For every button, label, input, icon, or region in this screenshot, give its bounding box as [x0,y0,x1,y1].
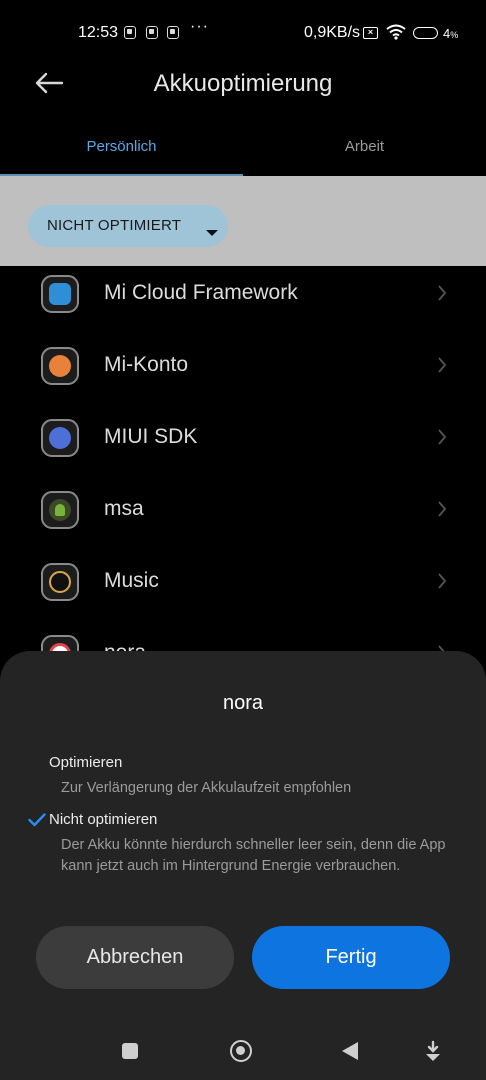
recent-apps-icon[interactable] [122,1043,138,1059]
chevron-right-icon [438,573,447,589]
status-bar: 12:53 ··· 0,9KB/s × 4% [0,0,486,68]
list-item[interactable]: MIUI SDK [0,411,486,483]
chevron-right-icon [438,501,447,517]
bottom-sheet: nora Optimieren Zur Verlängerung der Akk… [0,651,486,1080]
mi-account-icon [41,347,79,385]
music-disc-icon [41,563,79,601]
mi-cloud-icon [41,275,79,313]
tab-bar: Persönlich Arbeit [0,128,486,177]
list-item[interactable]: Music [0,555,486,627]
caret-down-icon [206,230,218,236]
done-button[interactable]: Fertig [252,926,450,989]
battery-icon [413,27,438,39]
home-icon[interactable] [230,1040,252,1062]
cancel-button[interactable]: Abbrechen [36,926,234,989]
option-optimieren[interactable]: Optimieren Zur Verlängerung der Akkulauf… [28,754,458,804]
battery-level: 4% [443,26,459,41]
list-item[interactable]: msa [0,483,486,555]
tab-arbeit[interactable]: Arbeit [243,128,486,174]
app-name: Mi Cloud Framework [104,281,298,304]
app-name: msa [104,497,144,520]
option-nicht-optimieren[interactable]: Nicht optimieren Der Akku könnte hierdur… [28,811,458,901]
notification-icon [167,26,179,39]
android-icon [41,491,79,529]
filter-dropdown[interactable]: NICHT OPTIMIERT [28,205,228,247]
wifi-icon [386,24,406,40]
option-description: Der Akku könnte hierdurch schneller leer… [61,837,446,874]
no-sim-icon: × [363,27,378,39]
option-description: Zur Verlängerung der Akkulaufzeit empfoh… [61,780,352,796]
chevron-right-icon [438,429,447,445]
status-time: 12:53 [78,24,119,41]
list-item[interactable]: Mi-Konto [0,339,486,411]
back-triangle-icon[interactable] [342,1042,358,1060]
network-speed: 0,9KB/s [304,24,361,41]
option-label: Nicht optimieren [49,811,158,828]
list-item[interactable]: Mi Cloud Framework [0,267,486,339]
option-label: Optimieren [49,754,123,771]
filter-label: NICHT OPTIMIERT [47,217,182,234]
filter-band: NICHT OPTIMIERT [0,176,486,266]
chevron-right-icon [438,357,447,373]
notification-icon [146,26,158,39]
chevron-right-icon [438,285,447,301]
app-name: Music [104,569,159,592]
battery-optimization-screen: 12:53 ··· 0,9KB/s × 4% Akkuoptimierung P… [0,0,486,1080]
miui-sdk-icon [41,419,79,457]
tab-persoenlich[interactable]: Persönlich [0,128,243,177]
check-icon [28,813,46,827]
app-name: Mi-Konto [104,353,189,376]
page-title: Akkuoptimierung [153,70,333,97]
download-arrow-icon[interactable] [424,1040,442,1062]
notification-icon [124,26,136,39]
app-name: MIUI SDK [104,425,198,448]
more-notifications-icon: ··· [190,18,209,35]
sheet-title: nora [222,692,264,714]
